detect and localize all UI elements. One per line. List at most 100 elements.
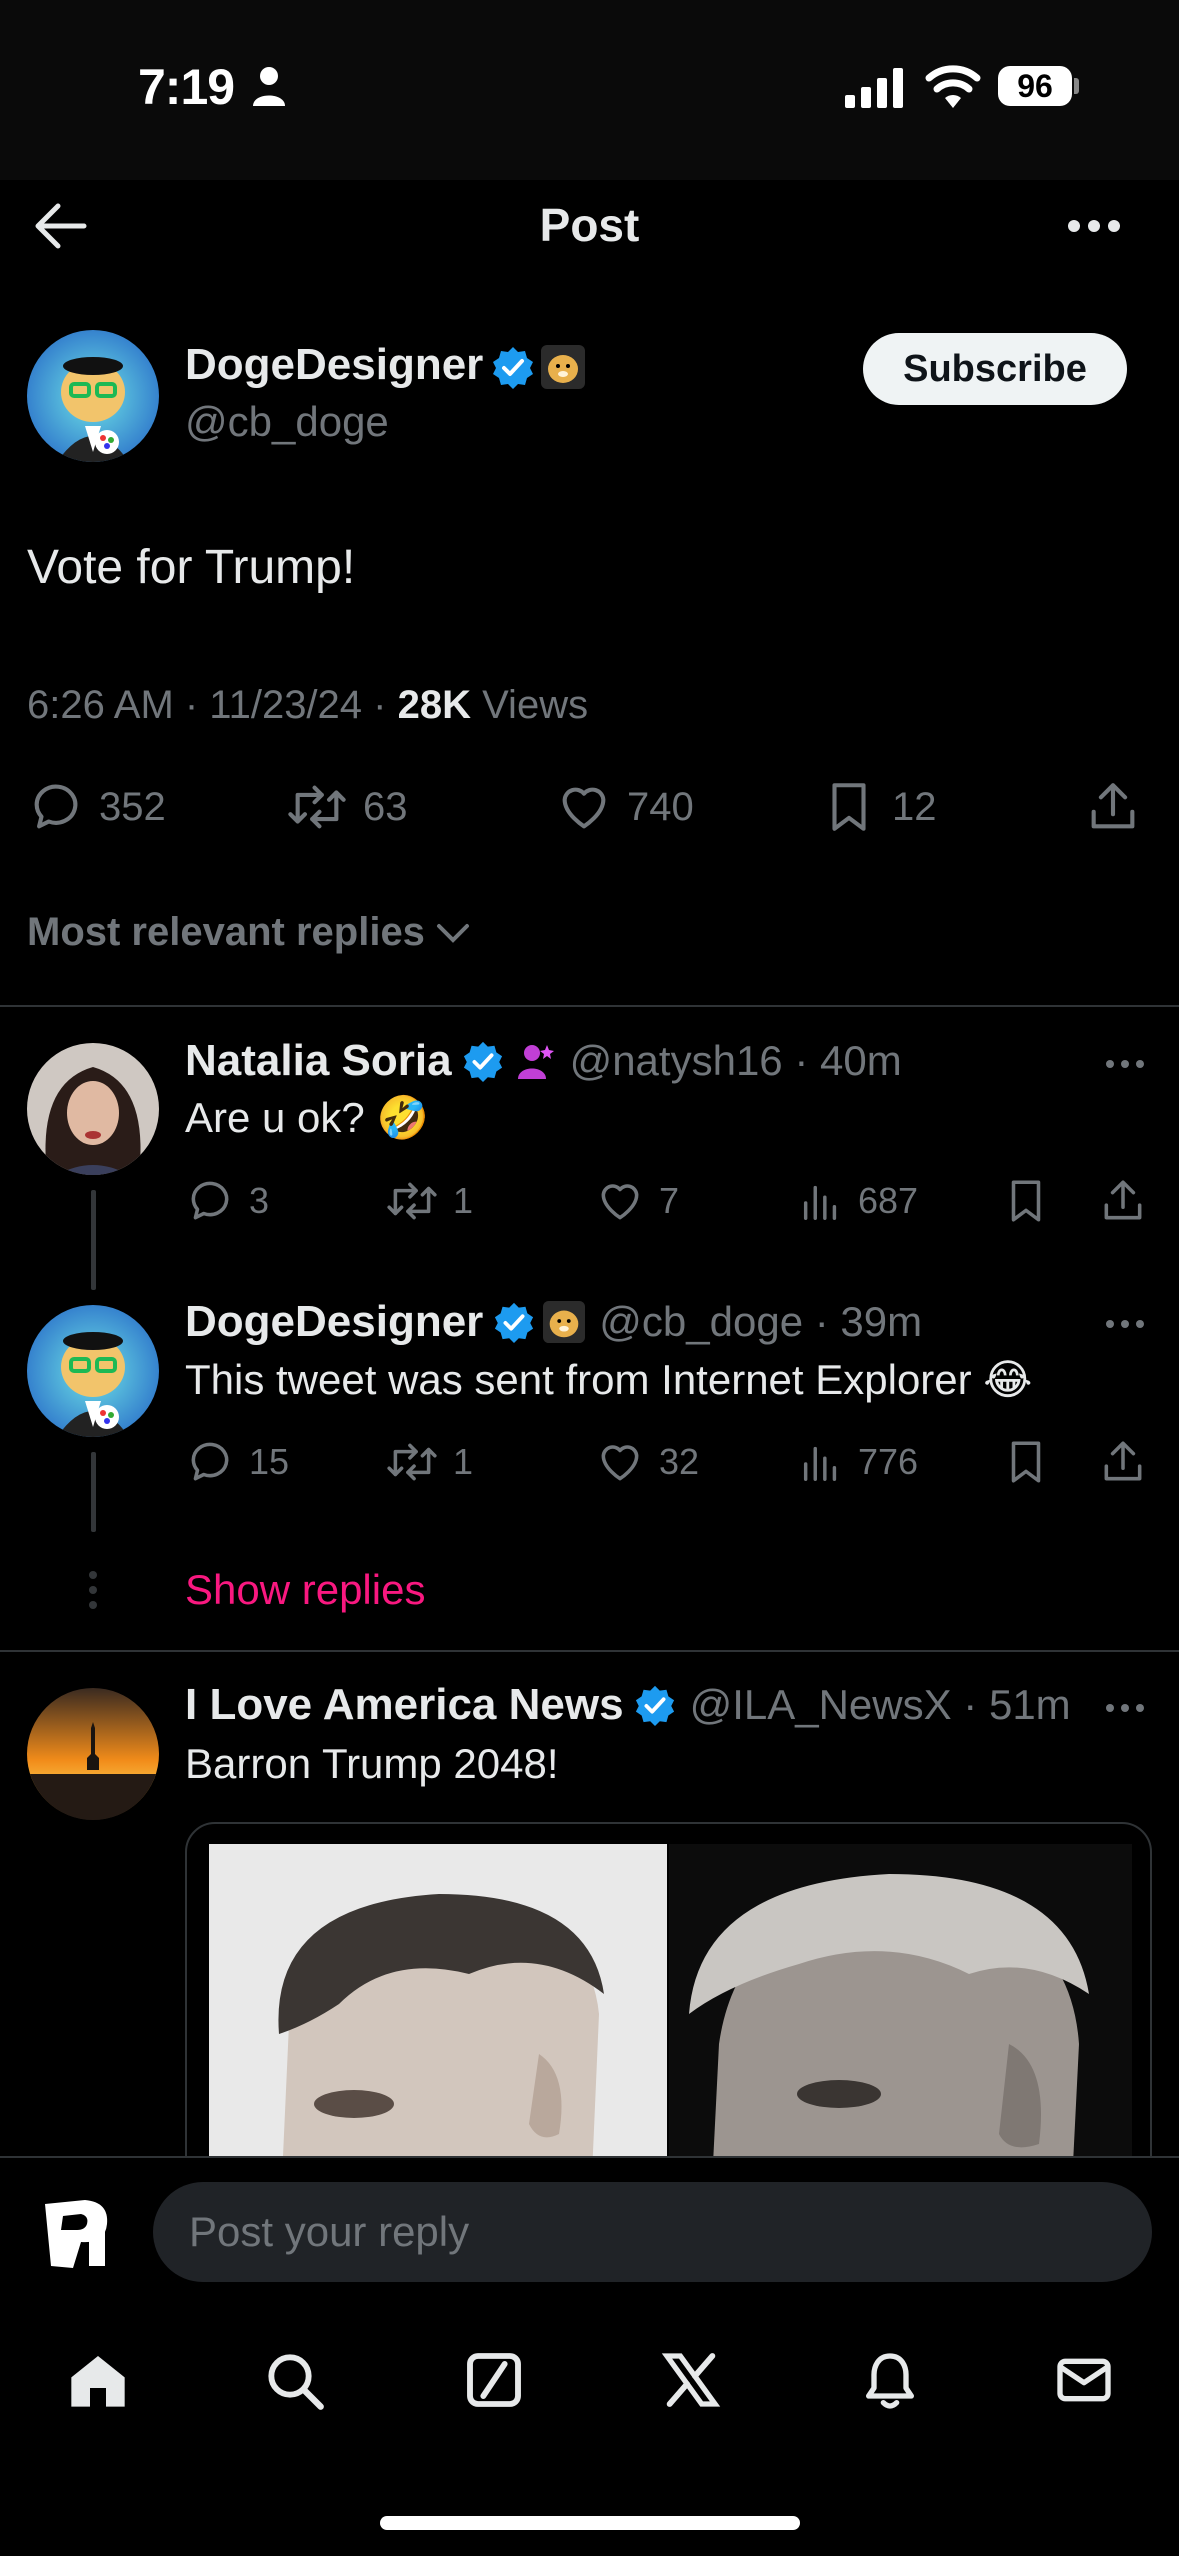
show-replies-link[interactable]: Show replies	[185, 1566, 425, 1614]
author-handle[interactable]: @cb_doge	[185, 398, 389, 446]
share-icon[interactable]	[1084, 778, 1142, 836]
views-action[interactable]: 776	[798, 1437, 918, 1487]
share-icon[interactable]	[1098, 1176, 1148, 1226]
x-logo-icon[interactable]	[659, 2348, 723, 2412]
divider	[0, 1650, 1179, 1652]
reply-avatar[interactable]	[27, 1688, 159, 1820]
page-title: Post	[539, 199, 640, 251]
bookmark-icon[interactable]	[1001, 1437, 1051, 1487]
sort-label: Most relevant replies	[27, 910, 425, 954]
verified-badge-icon	[493, 347, 533, 389]
more-icon[interactable]	[1104, 1316, 1146, 1332]
reply-count: 352	[99, 784, 166, 829]
bell-icon[interactable]	[858, 2348, 922, 2412]
reply-avatar[interactable]	[27, 1305, 159, 1437]
verified-badge-icon	[463, 1041, 502, 1082]
thread-dots-icon	[89, 1571, 97, 1609]
more-icon[interactable]	[1104, 1056, 1146, 1072]
reply-avatar[interactable]	[27, 1043, 159, 1175]
person-icon	[253, 67, 285, 106]
mail-icon[interactable]	[1052, 2348, 1116, 2412]
reply-meta: @natysh16 · 40m	[569, 1037, 902, 1084]
reply-icon	[191, 1442, 229, 1481]
repost-action[interactable]: 1	[385, 1437, 473, 1487]
battery-indicator: 96	[998, 66, 1072, 106]
like-count: 740	[627, 784, 694, 829]
like-action[interactable]: 740	[555, 778, 694, 836]
heart-icon	[601, 1184, 639, 1220]
post-meta: 6:26 AM · 11/23/24 · 28K Views	[27, 683, 588, 728]
reply-header: Natalia Soria @natysh16 · 40m	[185, 1036, 902, 1086]
chevron-down-icon	[436, 923, 469, 943]
user-avatar-icon[interactable]	[27, 2182, 127, 2282]
reply-count: 15	[249, 1441, 290, 1482]
reply-icon	[34, 784, 78, 829]
views-count: 687	[858, 1180, 919, 1221]
views-icon	[803, 1446, 837, 1481]
search-icon[interactable]	[262, 2348, 326, 2412]
battery-nub	[1074, 78, 1079, 94]
status-bar: 7:19 96	[0, 0, 1179, 180]
sort-replies-dropdown[interactable]: Most relevant replies	[27, 910, 471, 955]
reply-count: 3	[249, 1180, 270, 1221]
divider	[0, 1005, 1179, 1007]
views-icon	[803, 1185, 837, 1220]
verified-badge-icon	[635, 1685, 674, 1726]
doge-affiliate-badge-icon	[541, 345, 585, 389]
repost-action[interactable]: 63	[285, 778, 408, 836]
grok-icon[interactable]	[462, 2348, 526, 2412]
heart-icon	[562, 787, 606, 829]
reply-header: DogeDesigner @cb_doge · 39m	[185, 1297, 922, 1347]
views-label: Views	[470, 683, 589, 727]
cellular-signal-icon	[845, 68, 903, 108]
bookmark-action[interactable]: 12	[820, 778, 937, 836]
verified-badge-icon	[495, 1302, 534, 1343]
more-icon[interactable]	[1066, 216, 1122, 236]
home-indicator	[380, 2516, 800, 2530]
author-name[interactable]: DogeDesigner	[185, 340, 483, 390]
repost-icon	[387, 1182, 437, 1220]
like-action[interactable]: 7	[595, 1176, 679, 1226]
like-count: 7	[659, 1180, 680, 1221]
more-icon[interactable]	[1104, 1700, 1146, 1716]
repost-icon	[288, 785, 346, 829]
reply-author-name[interactable]: Natalia Soria	[185, 1036, 452, 1086]
like-count: 32	[659, 1441, 700, 1482]
views-count: 776	[858, 1441, 919, 1482]
reply-icon	[191, 1181, 229, 1220]
home-icon[interactable]	[66, 2348, 130, 2412]
thread-line	[91, 1452, 96, 1532]
reply-text: Are u ok? 🤣	[185, 1094, 429, 1141]
repost-icon	[387, 1443, 437, 1481]
bookmark-count: 12	[892, 784, 937, 829]
reply-meta: @ILA_NewsX · 51m	[689, 1681, 1071, 1728]
doge-affiliate-badge-icon	[543, 1301, 586, 1343]
reply-action[interactable]: 352	[27, 778, 166, 836]
reply-input[interactable]: Post your reply	[153, 2182, 1152, 2282]
reply-author-name[interactable]: I Love America News	[185, 1680, 624, 1730]
bookmark-icon	[832, 783, 866, 831]
reply-action[interactable]: 3	[185, 1176, 269, 1226]
wifi-icon	[925, 65, 981, 108]
thread-line	[91, 1190, 96, 1290]
author-avatar[interactable]	[27, 330, 159, 462]
views-count: 28K	[397, 683, 471, 727]
repost-count: 1	[453, 1441, 474, 1482]
bookmark-icon[interactable]	[1001, 1176, 1051, 1226]
post-timestamp: 6:26 AM · 11/23/24 ·	[27, 683, 398, 727]
views-action[interactable]: 687	[798, 1176, 918, 1226]
reply-author-name[interactable]: DogeDesigner	[185, 1297, 483, 1347]
reply-text: Barron Trump 2048!	[185, 1740, 559, 1787]
reply-meta: @cb_doge · 39m	[599, 1298, 923, 1345]
heart-icon	[601, 1445, 639, 1481]
repost-count: 63	[363, 784, 408, 829]
reply-header: I Love America News @ILA_NewsX · 51m	[185, 1680, 1071, 1730]
share-icon[interactable]	[1098, 1437, 1148, 1487]
person-badge-icon	[517, 1045, 554, 1079]
reply-text: This tweet was sent from Internet Explor…	[185, 1356, 1033, 1403]
repost-action[interactable]: 1	[385, 1176, 473, 1226]
subscribe-button[interactable]: Subscribe	[863, 333, 1127, 405]
post-text: Vote for Trump!	[27, 541, 356, 594]
like-action[interactable]: 32	[595, 1437, 699, 1487]
reply-action[interactable]: 15	[185, 1437, 289, 1487]
